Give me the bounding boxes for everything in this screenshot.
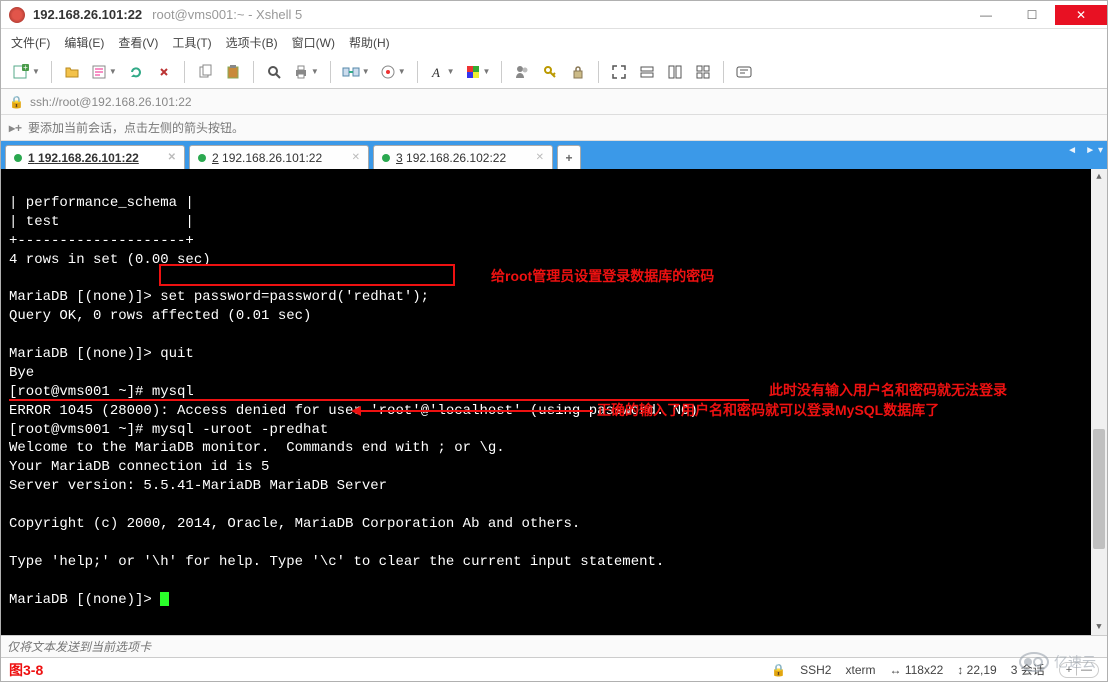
scroll-down-icon[interactable]: ▼ bbox=[1091, 619, 1107, 635]
menubar: 文件(F) 编辑(E) 查看(V) 工具(T) 选项卡(B) 窗口(W) 帮助(… bbox=[1, 29, 1107, 55]
window-controls: — ☐ ✕ bbox=[963, 5, 1107, 25]
status-lock-icon: 🔒 bbox=[771, 663, 786, 677]
color-button[interactable]: ▼ bbox=[462, 60, 494, 84]
address-text: ssh://root@192.168.26.101:22 bbox=[30, 95, 192, 109]
title-suffix: root@vms001:~ - Xshell 5 bbox=[152, 7, 302, 22]
svg-text:A: A bbox=[431, 65, 440, 80]
font-button[interactable]: A▼ bbox=[426, 60, 458, 84]
terminal-scrollbar[interactable]: ▲ ▼ bbox=[1091, 169, 1107, 635]
annotation-1: 给root管理员设置登录数据库的密码 bbox=[491, 267, 714, 286]
new-session-button[interactable]: +▼ bbox=[9, 60, 43, 84]
status-cursor: 22,19 bbox=[967, 663, 997, 677]
status-bar: 图3-8 🔒 SSH2 xterm ↔ 118x22 ↕ 22,19 3 会话 … bbox=[1, 657, 1107, 681]
copy-button[interactable] bbox=[193, 60, 217, 84]
tab-close-icon[interactable]: ✕ bbox=[160, 152, 176, 163]
menu-help[interactable]: 帮助(H) bbox=[349, 34, 390, 51]
tab-add-button[interactable]: + bbox=[557, 145, 581, 169]
send-input-bar bbox=[1, 635, 1107, 657]
terminal[interactable]: | performance_schema | | test | +-------… bbox=[1, 169, 1107, 635]
watermark: 亿速云 bbox=[1014, 646, 1104, 678]
paste-button[interactable] bbox=[221, 60, 245, 84]
properties-button[interactable]: ▼ bbox=[88, 60, 120, 84]
menu-file[interactable]: 文件(F) bbox=[11, 34, 50, 51]
scroll-up-icon[interactable]: ▲ bbox=[1091, 169, 1107, 185]
minimize-button[interactable]: — bbox=[963, 5, 1009, 25]
annotation-3: 正确的输入了用户名和密码就可以登录MySQL数据库了 bbox=[597, 401, 939, 420]
status-ssh: SSH2 bbox=[800, 663, 831, 677]
status-dot-icon bbox=[14, 154, 22, 162]
menu-edit[interactable]: 编辑(E) bbox=[64, 34, 104, 51]
hint-text: 要添加当前会话，点击左侧的箭头按钮。 bbox=[28, 119, 244, 136]
maximize-button[interactable]: ☐ bbox=[1009, 5, 1055, 25]
xftp-button[interactable]: ▼ bbox=[339, 60, 373, 84]
cursor bbox=[160, 592, 169, 606]
menu-window[interactable]: 窗口(W) bbox=[292, 34, 335, 51]
tile-vertical-button[interactable] bbox=[663, 60, 687, 84]
resize-h-icon: ↔ bbox=[889, 663, 901, 677]
tab-close-icon[interactable]: ✕ bbox=[528, 152, 544, 163]
fullscreen-button[interactable] bbox=[607, 60, 631, 84]
lock-icon: 🔒 bbox=[9, 95, 24, 109]
print-button[interactable]: ▼ bbox=[290, 60, 322, 84]
tab-3[interactable]: 3 192.168.26.102:22 ✕ bbox=[373, 145, 553, 169]
toolbar: +▼ ▼ ▼ ▼ ▼ A▼ ▼ bbox=[1, 55, 1107, 89]
add-session-icon[interactable]: ▸+ bbox=[9, 121, 22, 135]
app-icon bbox=[9, 7, 25, 23]
tab-strip: 1 192.168.26.101:22 ✕ 2 192.168.26.101:2… bbox=[1, 141, 1107, 169]
help-button[interactable] bbox=[732, 60, 756, 84]
menu-view[interactable]: 查看(V) bbox=[118, 34, 158, 51]
svg-text:亿速云: 亿速云 bbox=[1054, 655, 1096, 671]
title-ip: 192.168.26.101:22 bbox=[33, 7, 142, 22]
status-dot-icon bbox=[382, 154, 390, 162]
menu-tabs[interactable]: 选项卡(B) bbox=[226, 34, 278, 51]
key-button[interactable] bbox=[538, 60, 562, 84]
reconnect-button[interactable] bbox=[124, 60, 148, 84]
tab-2[interactable]: 2 192.168.26.101:22 ✕ bbox=[189, 145, 369, 169]
status-term: xterm bbox=[845, 663, 875, 677]
hint-bar: ▸+ 要添加当前会话，点击左侧的箭头按钮。 bbox=[1, 115, 1107, 141]
scroll-thumb[interactable] bbox=[1093, 429, 1105, 549]
open-button[interactable] bbox=[60, 60, 84, 84]
status-dot-icon bbox=[198, 154, 206, 162]
send-input[interactable] bbox=[7, 640, 1101, 654]
titlebar: 192.168.26.101:22 root@vms001:~ - Xshell… bbox=[1, 1, 1107, 29]
tab-1[interactable]: 1 192.168.26.101:22 ✕ bbox=[5, 145, 185, 169]
annotation-arrowhead-3 bbox=[351, 406, 361, 416]
svg-text:+: + bbox=[23, 63, 28, 72]
address-bar[interactable]: 🔒 ssh://root@192.168.26.101:22 bbox=[1, 89, 1107, 115]
disconnect-button[interactable] bbox=[152, 60, 176, 84]
script-button[interactable]: ▼ bbox=[377, 60, 409, 84]
users-button[interactable] bbox=[510, 60, 534, 84]
status-size: 118x22 bbox=[905, 663, 943, 677]
close-button[interactable]: ✕ bbox=[1055, 5, 1107, 25]
tile-horizontal-button[interactable] bbox=[635, 60, 659, 84]
figure-label: 图3-8 bbox=[9, 660, 43, 680]
tab-nav-arrows[interactable]: ◄ ► ▾ bbox=[1067, 145, 1103, 156]
tile-grid-button[interactable] bbox=[691, 60, 715, 84]
menu-tools[interactable]: 工具(T) bbox=[172, 34, 211, 51]
resize-v-icon: ↕ bbox=[957, 663, 963, 677]
tab-close-icon[interactable]: ✕ bbox=[344, 152, 360, 163]
lock-button[interactable] bbox=[566, 60, 590, 84]
annotation-2: 此时没有输入用户名和密码就无法登录 bbox=[769, 381, 1007, 400]
find-button[interactable] bbox=[262, 60, 286, 84]
